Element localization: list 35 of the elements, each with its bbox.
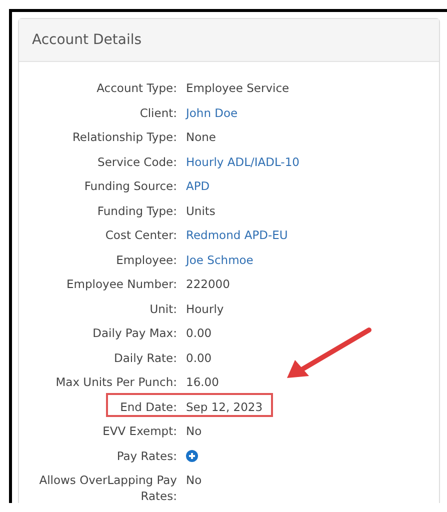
- add-icon[interactable]: [186, 450, 198, 462]
- panel-title: Account Details: [32, 32, 142, 48]
- field-value: 0.00: [186, 325, 212, 341]
- field-label: Employee:: [115, 252, 177, 268]
- field-label: Daily Pay Max:: [92, 325, 177, 341]
- field-value: Sep 12, 2023: [186, 398, 263, 414]
- field-value: 0.00: [186, 350, 212, 366]
- field-label: Funding Type:: [96, 202, 177, 218]
- field-label: EVV Exempt:: [102, 423, 177, 439]
- field-value: No: [186, 423, 202, 439]
- field-link[interactable]: Joe Schmoe: [186, 250, 254, 268]
- field-value: None: [186, 129, 216, 145]
- field-label: Unit:: [148, 300, 177, 316]
- field-value: Units: [186, 202, 216, 218]
- field-value: 16.00: [186, 374, 219, 390]
- field-label: Daily Rate:: [113, 350, 177, 366]
- field-label: End Date:: [119, 398, 177, 414]
- field-link[interactable]: John Doe: [186, 102, 238, 120]
- field-link[interactable]: Hourly ADL/IADL-10: [186, 152, 300, 170]
- field-label: Service Code:: [96, 154, 177, 170]
- field-value: Employee Service: [186, 80, 290, 96]
- field-value: Hourly: [186, 300, 224, 316]
- field-value: No: [186, 472, 202, 488]
- field-label: Relationship Type:: [71, 129, 177, 145]
- field-label: Account Type:: [96, 80, 177, 96]
- field-label: Client:: [138, 104, 177, 120]
- field-label: Cost Center:: [104, 227, 177, 243]
- field-label: Allows OverLapping Pay Rates:: [38, 472, 177, 503]
- field-label: Funding Source:: [83, 178, 177, 194]
- field-label: Employee Number:: [66, 276, 177, 292]
- field-label: Max Units Per Punch:: [54, 374, 177, 390]
- field-link[interactable]: APD: [186, 176, 210, 194]
- field-link[interactable]: Redmond APD-EU: [186, 225, 288, 243]
- field-label: Pay Rates:: [116, 448, 177, 464]
- field-value: 222000: [186, 276, 230, 292]
